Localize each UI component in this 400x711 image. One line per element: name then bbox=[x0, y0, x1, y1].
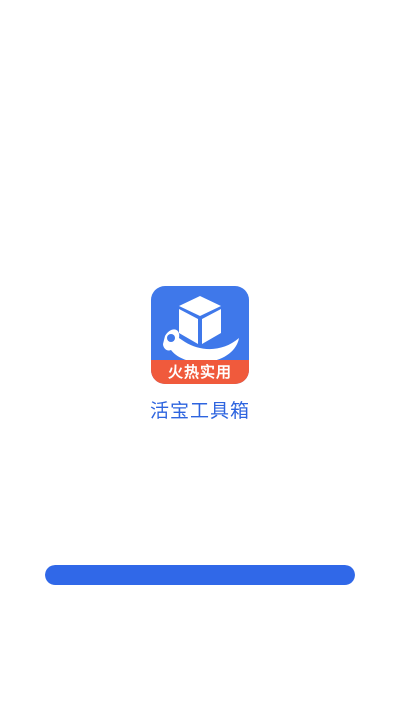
cube-left bbox=[179, 309, 198, 344]
app-logo-icon: 火热实用 bbox=[151, 286, 249, 384]
cube-right bbox=[202, 309, 221, 344]
wrench-swoosh bbox=[163, 329, 239, 363]
loading-progress-bar bbox=[45, 565, 355, 585]
loading-progress-fill bbox=[45, 565, 355, 585]
app-name-title: 活宝工具箱 bbox=[149, 400, 250, 422]
wrench-hole bbox=[167, 334, 175, 342]
splash-screen: 火热实用 活宝工具箱 bbox=[0, 0, 400, 711]
icon-badge-label: 火热实用 bbox=[151, 360, 249, 384]
